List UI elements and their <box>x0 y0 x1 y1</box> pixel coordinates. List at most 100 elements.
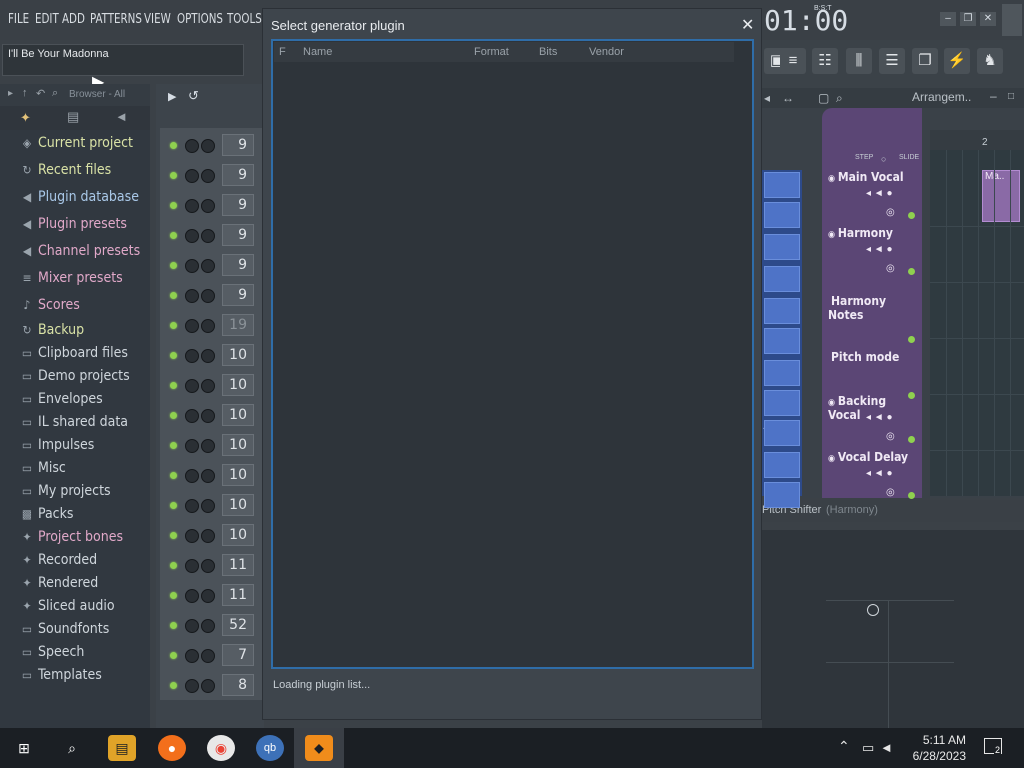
pan-knob[interactable] <box>185 499 199 513</box>
channel-mute-led[interactable] <box>170 622 177 629</box>
pan-knob[interactable] <box>185 589 199 603</box>
eye-icon[interactable]: ◎ <box>886 263 895 274</box>
channel-mute-led[interactable] <box>170 142 177 149</box>
audio-clip[interactable]: Ma.. <box>982 170 1020 222</box>
volume-knob[interactable] <box>201 259 215 273</box>
maximize-icon[interactable]: ❐ <box>960 12 976 26</box>
volume-knob[interactable] <box>201 589 215 603</box>
windows-start-icon[interactable]: ⊞ <box>10 735 38 761</box>
pattern-block[interactable] <box>764 266 800 292</box>
channel-mute-led[interactable] <box>170 172 177 179</box>
pan-knob[interactable] <box>185 529 199 543</box>
browser-item-recorded[interactable]: ✦ Recorded <box>20 550 97 570</box>
track-info-icon[interactable]: ◉ <box>828 174 838 184</box>
browser-item-sliced-audio[interactable]: ✦ Sliced audio <box>20 596 114 616</box>
pattern-block[interactable] <box>764 420 800 446</box>
volume-knob[interactable] <box>201 349 215 363</box>
channel-mute-led[interactable] <box>170 682 177 689</box>
column-name[interactable]: Name <box>303 46 332 58</box>
volume-knob[interactable] <box>201 619 215 633</box>
volume-knob[interactable] <box>201 649 215 663</box>
track-header-pitch-mode[interactable]: Pitch mode <box>828 350 922 372</box>
pattern-block[interactable] <box>764 482 800 508</box>
pan-knob[interactable] <box>185 379 199 393</box>
volume-knob[interactable] <box>201 379 215 393</box>
browser-item-plugin-database[interactable]: ◀ Plugin database <box>20 187 139 207</box>
system-clock[interactable]: 5:11 AM 6/28/2023 <box>913 732 966 764</box>
pan-knob[interactable] <box>185 199 199 213</box>
volume-knob[interactable] <box>201 229 215 243</box>
pattern-block[interactable] <box>764 172 800 198</box>
maximize-panel-icon[interactable]: □ <box>1008 91 1014 102</box>
pan-knob[interactable] <box>185 319 199 333</box>
pan-knob[interactable] <box>185 289 199 303</box>
chrome-icon[interactable]: ◉ <box>207 735 235 761</box>
volume-knob[interactable] <box>201 679 215 693</box>
rewind-icon[interactable]: ↺ <box>188 88 199 104</box>
track-controls[interactable]: ◂ ◄ ● <box>866 188 893 199</box>
browser-item-envelopes[interactable]: ▭ Envelopes <box>20 389 103 409</box>
undo-icon[interactable]: ↶ <box>36 87 45 100</box>
browser-item-project-bones[interactable]: ✦ Project bones <box>20 527 123 547</box>
eye-icon[interactable]: ◎ <box>886 431 895 442</box>
channel-route-number[interactable]: 11 <box>222 554 254 576</box>
column-format[interactable]: Format <box>474 46 509 58</box>
pattern-block[interactable] <box>764 328 800 354</box>
qbittorrent-icon[interactable]: qb <box>256 735 284 761</box>
channel-mute-led[interactable] <box>170 382 177 389</box>
channel-route-number[interactable]: 10 <box>222 404 254 426</box>
channel-route-number[interactable]: 9 <box>222 194 254 216</box>
track-active-led[interactable] <box>908 268 915 275</box>
browser-item-clipboard-files[interactable]: ▭ Clipboard files <box>20 343 128 363</box>
browser-item-recent-files[interactable]: ↻ Recent files <box>20 160 111 180</box>
pan-knob[interactable] <box>185 439 199 453</box>
notifications-icon[interactable]: 2 <box>984 738 1002 755</box>
channel-mute-led[interactable] <box>170 532 177 539</box>
volume-knob[interactable] <box>201 199 215 213</box>
column-bits[interactable]: Bits <box>539 46 557 58</box>
minimize-icon[interactable]: – <box>940 12 956 26</box>
channel-route-number[interactable]: 10 <box>222 494 254 516</box>
plugin-icon[interactable]: ⚡ <box>944 48 970 74</box>
volume-knob[interactable] <box>201 529 215 543</box>
track-active-led[interactable] <box>908 492 915 499</box>
volume-knob[interactable] <box>201 319 215 333</box>
channel-route-number[interactable]: 10 <box>222 524 254 546</box>
pattern-block[interactable] <box>764 452 800 478</box>
track-active-led[interactable] <box>908 212 915 219</box>
channel-mute-led[interactable] <box>170 652 177 659</box>
eq-icon[interactable]: ⫼ <box>846 48 872 74</box>
snap-icon[interactable]: ▢ <box>818 91 829 105</box>
pan-knob[interactable] <box>185 349 199 363</box>
pan-knob[interactable] <box>185 679 199 693</box>
playlist-icon[interactable]: ☰ <box>879 48 905 74</box>
browser-item-packs[interactable]: ▩ Packs <box>20 504 74 524</box>
channel-route-number[interactable]: 8 <box>222 674 254 696</box>
column-vendor[interactable]: Vendor <box>589 46 624 58</box>
browser-item-scores[interactable]: ♪ Scores <box>20 295 80 315</box>
channel-mute-led[interactable] <box>170 262 177 269</box>
channel-route-number[interactable]: 7 <box>222 644 254 666</box>
channel-route-number[interactable]: 9 <box>222 134 254 156</box>
pattern-block[interactable] <box>764 202 800 228</box>
time-display[interactable]: 01:00 B:S:T <box>762 2 862 38</box>
volume-knob[interactable] <box>201 499 215 513</box>
channel-route-number[interactable]: 9 <box>222 254 254 276</box>
channel-mute-led[interactable] <box>170 412 177 419</box>
close-icon[interactable]: ✕ <box>741 15 754 35</box>
channel-rack-icon[interactable]: ☷ <box>812 48 838 74</box>
speaker-mute-icon[interactable]: ◂ <box>764 91 770 105</box>
menu-edit[interactable]: EDIT <box>35 12 59 27</box>
playlist-search-icon[interactable]: ⌕ <box>836 91 843 106</box>
channel-mute-led[interactable] <box>170 472 177 479</box>
track-info-icon[interactable]: ◉ <box>828 398 838 408</box>
pattern-block[interactable] <box>764 298 800 324</box>
firefox-icon[interactable]: ● <box>158 735 186 761</box>
browser-filter-label[interactable]: Browser - All <box>69 89 125 100</box>
browser-item-il-shared-data[interactable]: ▭ IL shared data <box>20 412 128 432</box>
browser-item-soundfonts[interactable]: ▭ Soundfonts <box>20 619 109 639</box>
arrangement-label[interactable]: Arrangem.. <box>912 90 971 104</box>
channel-mute-led[interactable] <box>170 592 177 599</box>
channel-mute-led[interactable] <box>170 442 177 449</box>
network-icon[interactable]: ▭ <box>862 740 874 756</box>
